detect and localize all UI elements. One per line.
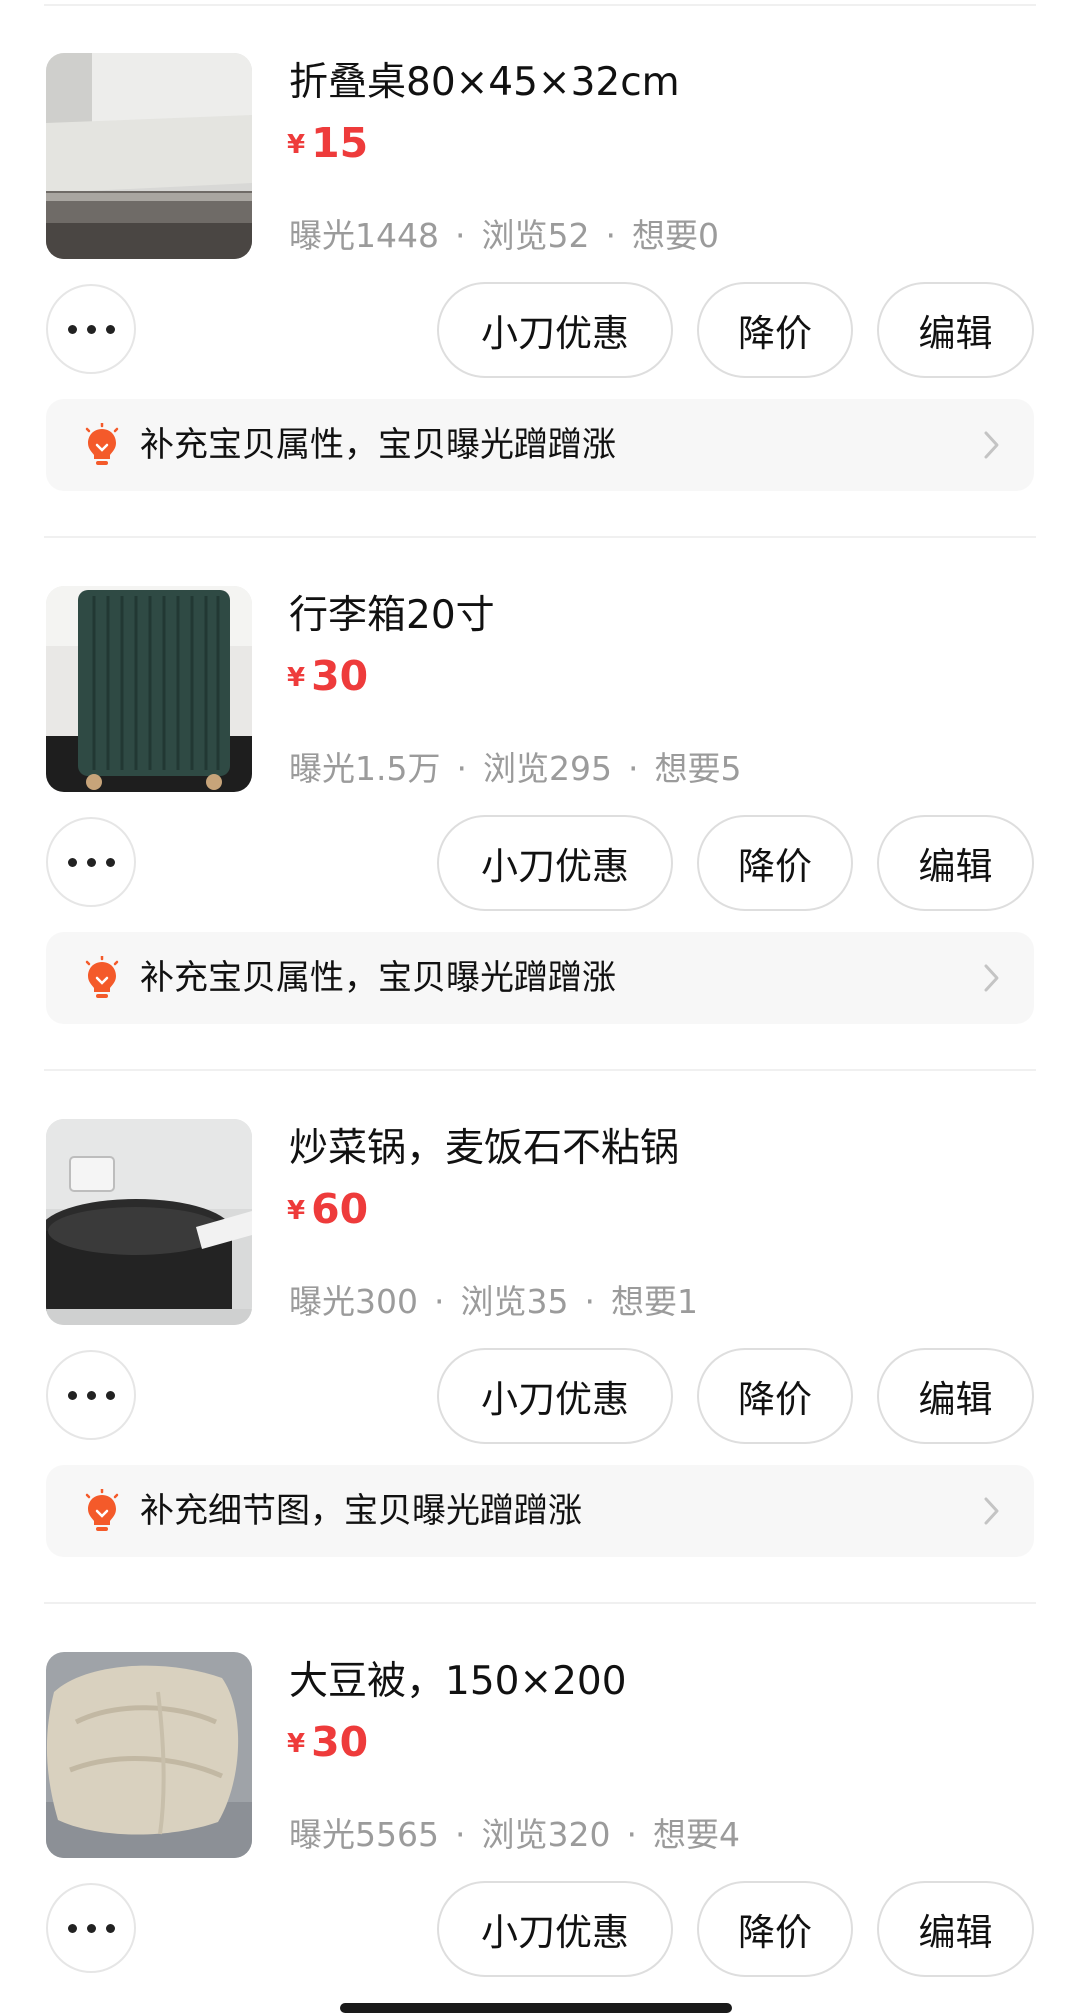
view-count: 浏览295 (482, 749, 612, 788)
separator-dot: · (434, 1282, 445, 1321)
coupon-button[interactable]: 小刀优惠 (437, 1348, 673, 1444)
price-amount: 30 (311, 652, 369, 700)
chevron-right-icon (984, 964, 999, 992)
item-stats: 曝光1.5万 · 浏览295 · 想要5 (289, 743, 741, 795)
want-count: 想要0 (631, 216, 719, 255)
separator-dot: · (627, 749, 639, 788)
chevron-right-icon (984, 431, 999, 459)
separator-dot: · (454, 216, 466, 255)
tip-text: 补充宝贝属性，宝贝曝光蹭蹭涨 (140, 425, 616, 465)
item-title[interactable]: 折叠桌80×45×32cm (289, 54, 680, 112)
view-count: 浏览35 (460, 1282, 569, 1321)
price-amount: 30 (311, 1718, 369, 1766)
separator-dot: · (605, 216, 616, 255)
item-title[interactable]: 炒菜锅，麦饭石不粘锅 (289, 1120, 679, 1178)
ellipsis-icon (67, 324, 115, 334)
edit-button[interactable]: 编辑 (877, 815, 1034, 911)
exposure-count: 曝光300 (289, 1282, 418, 1321)
want-count: 想要5 (654, 749, 742, 788)
quilt-photo (46, 1652, 252, 1858)
edit-button[interactable]: 编辑 (877, 1881, 1034, 1977)
more-options-button[interactable] (46, 1350, 136, 1440)
home-indicator[interactable] (340, 2003, 732, 2013)
lightbulb-icon (85, 1489, 119, 1531)
want-count: 想要4 (652, 1815, 740, 1854)
wok-pan-photo (46, 1119, 252, 1325)
price-cut-button[interactable]: 降价 (697, 1881, 853, 1977)
more-options-button[interactable] (46, 284, 136, 374)
tip-text: 补充宝贝属性，宝贝曝光蹭蹭涨 (140, 958, 616, 998)
separator-dot: · (456, 749, 467, 788)
item-thumbnail[interactable] (46, 1119, 252, 1325)
tip-text: 补充细节图，宝贝曝光蹭蹭涨 (140, 1491, 582, 1531)
separator-dot: · (626, 1815, 637, 1854)
separator-dot: · (454, 1815, 466, 1854)
price-cut-button[interactable]: 降价 (697, 815, 853, 911)
listing-item: 大豆被，150×200 ¥30 曝光5565 · 浏览320 · 想要4 小刀优惠 降价… (0, 1599, 1080, 2008)
item-stats: 曝光5565 · 浏览320 · 想要4 (289, 1809, 740, 1861)
item-stats: 曝光300 · 浏览35 · 想要1 (289, 1276, 698, 1328)
coupon-button[interactable]: 小刀优惠 (437, 815, 673, 911)
currency-symbol: ¥ (287, 1729, 306, 1759)
more-options-button[interactable] (46, 1883, 136, 1973)
item-stats: 曝光1448 · 浏览52 · 想要0 (289, 210, 719, 262)
listing-item: 炒菜锅，麦饭石不粘锅 ¥60 曝光300 · 浏览35 · 想要1 小刀优惠 降价 编辑… (0, 1066, 1080, 1604)
view-count: 浏览52 (481, 216, 590, 255)
price-cut-button[interactable]: 降价 (697, 1348, 853, 1444)
view-count: 浏览320 (481, 1815, 611, 1854)
chevron-right-icon (984, 1497, 999, 1525)
ellipsis-icon (67, 1390, 115, 1400)
listing-item: 行李箱20寸 ¥30 曝光1.5万 · 浏览295 · 想要5 小刀优惠 降价 编辑 补… (0, 533, 1080, 1071)
currency-symbol: ¥ (287, 130, 306, 160)
separator-dot: · (584, 1282, 596, 1321)
item-thumbnail[interactable] (46, 586, 252, 792)
edit-button[interactable]: 编辑 (877, 282, 1034, 378)
currency-symbol: ¥ (287, 1196, 306, 1226)
lightbulb-icon (85, 956, 119, 998)
item-price: ¥30 (287, 643, 368, 709)
ellipsis-icon (67, 857, 115, 867)
price-amount: 15 (311, 119, 369, 167)
price-cut-button[interactable]: 降价 (697, 282, 853, 378)
item-price: ¥60 (287, 1176, 368, 1242)
currency-symbol: ¥ (287, 663, 306, 693)
improvement-tip[interactable]: 补充宝贝属性，宝贝曝光蹭蹭涨 (46, 932, 1034, 1024)
item-thumbnail[interactable] (46, 53, 252, 259)
item-thumbnail[interactable] (46, 1652, 252, 1858)
item-title[interactable]: 大豆被，150×200 (289, 1653, 627, 1711)
edit-button[interactable]: 编辑 (877, 1348, 1034, 1444)
exposure-count: 曝光1.5万 (289, 749, 441, 788)
lightbulb-icon (85, 423, 119, 465)
coupon-button[interactable]: 小刀优惠 (437, 1881, 673, 1977)
coupon-button[interactable]: 小刀优惠 (437, 282, 673, 378)
exposure-count: 曝光5565 (289, 1815, 439, 1854)
item-price: ¥15 (287, 110, 368, 176)
item-title[interactable]: 行李箱20寸 (289, 587, 495, 645)
improvement-tip[interactable]: 补充细节图，宝贝曝光蹭蹭涨 (46, 1465, 1034, 1557)
suitcase-photo (46, 586, 252, 792)
improvement-tip[interactable]: 补充宝贝属性，宝贝曝光蹭蹭涨 (46, 399, 1034, 491)
exposure-count: 曝光1448 (289, 216, 439, 255)
item-price: ¥30 (287, 1709, 368, 1775)
folding-table-photo (46, 53, 252, 259)
ellipsis-icon (67, 1923, 115, 1933)
more-options-button[interactable] (46, 817, 136, 907)
listing-item: 折叠桌80×45×32cm ¥15 曝光1448 · 浏览52 · 想要0 小刀优惠 降… (0, 0, 1080, 538)
price-amount: 60 (311, 1185, 369, 1233)
want-count: 想要1 (611, 1282, 698, 1321)
